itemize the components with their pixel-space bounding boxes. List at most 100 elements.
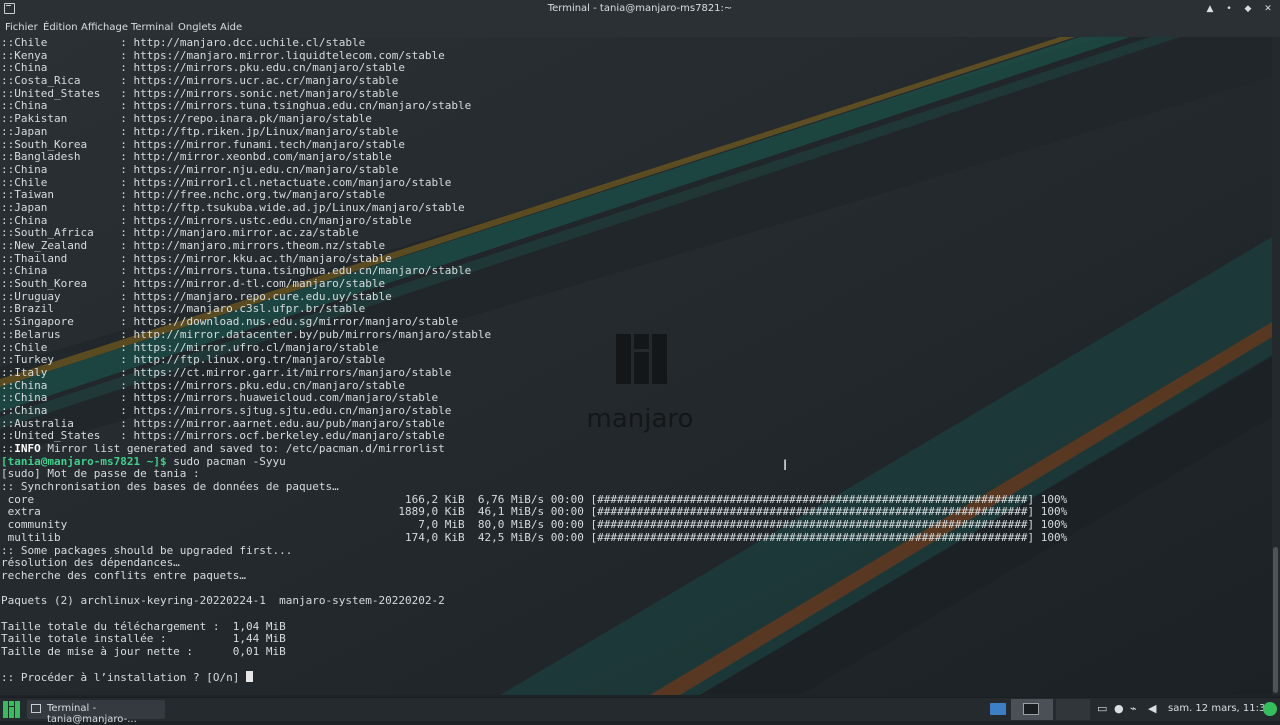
separator: : (120, 213, 134, 227)
mirror-url: https://mirrors.pku.edu.cn/manjaro/stabl… (133, 378, 405, 392)
mirror-url: https://manjaro.mirror.liquidtelecom.com… (133, 48, 445, 62)
separator: : (120, 188, 134, 202)
mirror-country: ::China (1, 403, 121, 417)
workspace-3[interactable] (1056, 699, 1090, 720)
separator: : (120, 175, 134, 189)
mirror-url: https://mirrors.tuna.tsinghua.edu.cn/man… (133, 99, 472, 113)
separator: : (120, 86, 134, 100)
manjaro-menu-icon[interactable] (3, 701, 20, 718)
terminal-scrollbar[interactable] (1272, 37, 1280, 695)
mouse-ibeam-cursor-icon: I (783, 458, 788, 474)
sync-header: :: Synchronisation des bases de données … (1, 480, 339, 494)
info-tag: INFO (14, 442, 41, 455)
sudo-prompt: [sudo] Mot de passe de tania : (1, 467, 200, 481)
mirror-url: https://repo.inara.pk/manjaro/stable (133, 112, 372, 126)
menu-tabs[interactable]: Onglets (178, 22, 217, 33)
mirror-url: https://mirror.d-tl.com/manjaro/stable (133, 277, 386, 291)
workspace-2[interactable] (1011, 699, 1053, 720)
taskbar-item-terminal[interactable]: Terminal - tania@manjaro-... (27, 700, 165, 725)
menu-view[interactable]: Affichage (81, 22, 128, 33)
repo-size: 174,0 KiB (80, 530, 465, 544)
menu-help[interactable]: Aide (220, 22, 242, 33)
menu-file[interactable]: Fichier (5, 22, 38, 33)
keep-above-icon[interactable]: ▲ (1203, 2, 1217, 16)
shell-command: sudo pacman -Syyu (166, 454, 286, 468)
separator: : (120, 302, 134, 316)
separator: : (120, 48, 134, 62)
menu-bar: Fichier Édition Affichage Terminal Ongle… (0, 19, 1280, 37)
mirror-url: https://mirror.ufro.cl/manjaro/stable (133, 340, 379, 354)
security-icon[interactable]: ● (1114, 702, 1124, 715)
repo-time: 00:00 (544, 530, 584, 544)
progress-bar: [#######################################… (583, 530, 1035, 544)
mirror-url: https://mirrors.sonic.net/manjaro/stable (133, 86, 399, 100)
separator: : (120, 340, 134, 354)
repo-speed: 46,1 MiB/s (464, 505, 545, 519)
mirror-country: ::Costa_Rica (1, 74, 121, 88)
taskbar: Terminal - tania@manjaro-... ▭ ● ⌁ ◀ sam… (0, 697, 1280, 725)
packages-text: Paquets (2) archlinux-keyring-20220224-1… (1, 594, 445, 608)
total-value: 1,44 MiB (226, 632, 286, 646)
resolving-text: résolution des dépendances… (1, 556, 180, 570)
progress-bar: [#######################################… (583, 518, 1035, 532)
scrollbar-thumb[interactable] (1273, 547, 1278, 693)
clock[interactable]: sam. 12 mars, 11:35 (1168, 703, 1272, 714)
mirror-url: http://mirror.datacenter.by/pub/mirrors/… (133, 327, 492, 341)
workspace-1[interactable] (990, 703, 1006, 715)
total-value: 0,01 MiB (226, 645, 286, 658)
separator: : (120, 277, 134, 291)
repo-name: extra (1, 505, 81, 519)
separator: : (120, 200, 134, 214)
separator: : (120, 61, 134, 75)
total-line: Taille de mise à jour nette : 0,01 MiB (1, 645, 1272, 659)
proceed-prompt: :: Procéder à l’installation ? [O/n] (1, 671, 247, 685)
mirror-url: https://download.nus.edu.sg/mirror/manja… (133, 315, 458, 329)
minimize-icon[interactable]: • (1222, 2, 1236, 16)
close-icon[interactable]: ✕ (1261, 2, 1275, 16)
clipboard-icon[interactable]: ⌁ (1130, 702, 1137, 715)
menu-terminal[interactable]: Terminal (131, 22, 173, 33)
mirror-country: ::United_States (1, 429, 121, 443)
separator: : (120, 378, 134, 392)
proceed-line: :: Procéder à l’installation ? [O/n] (1, 671, 1272, 684)
total-label: Taille totale du téléchargement : (1, 619, 227, 633)
mirror-url: http://ftp.tsukuba.wide.ad.jp/Linux/manj… (133, 200, 465, 214)
total-label: Taille totale installée : (1, 632, 227, 646)
mirror-country: ::China (1, 162, 121, 176)
repo-percent: 100% (1034, 518, 1068, 532)
mirror-country: ::Brazil (1, 302, 121, 316)
window-titlebar[interactable]: Terminal - tania@manjaro-ms7821:~ ▲ • ◆ … (0, 0, 1280, 19)
mirror-url: https://mirrors.ustc.edu.cn/manjaro/stab… (133, 213, 412, 227)
separator: : (120, 416, 134, 430)
mirror-country: ::China (1, 99, 121, 113)
mirror-country: ::Chile (1, 175, 121, 189)
separator: : (120, 112, 134, 126)
mirror-country: ::China (1, 213, 121, 227)
separator: : (120, 264, 134, 278)
notification-icon[interactable]: ▭ (1097, 702, 1107, 715)
separator: : (120, 37, 134, 49)
repo-speed: 80,0 MiB/s (464, 518, 545, 532)
repo-name: multilib (1, 530, 81, 544)
mirror-country: ::China (1, 391, 121, 405)
update-icon[interactable] (1263, 702, 1277, 716)
maximize-icon[interactable]: ◆ (1241, 2, 1255, 16)
mirror-url: https://mirrors.ocf.berkeley.edu/manjaro… (133, 429, 445, 443)
separator: : (120, 315, 134, 329)
mirror-url: https://mirrors.tuna.tsinghua.edu.cn/man… (133, 264, 472, 278)
volume-icon[interactable]: ◀ (1148, 702, 1156, 715)
separator: : (120, 251, 134, 265)
mirror-url: http://free.nchc.org.tw/manjaro/stable (133, 188, 386, 202)
separator: : (120, 150, 134, 164)
menu-edit[interactable]: Édition (43, 22, 78, 33)
mirror-country: ::South_Korea (1, 277, 121, 291)
repo-size: 1889,0 KiB (80, 505, 465, 519)
mirror-country: ::Bangladesh (1, 150, 121, 164)
mirror-url: http://ftp.linux.org.tr/manjaro/stable (133, 353, 386, 367)
terminal-icon (31, 704, 41, 713)
mirror-country: ::Thailand (1, 251, 121, 265)
terminal-output[interactable]: manjaro ::Chile : http://manjaro.dcc.uch… (0, 37, 1272, 695)
upgrade-first-line: :: Some packages should be upgraded firs… (1, 544, 1272, 558)
separator: : (120, 124, 134, 138)
